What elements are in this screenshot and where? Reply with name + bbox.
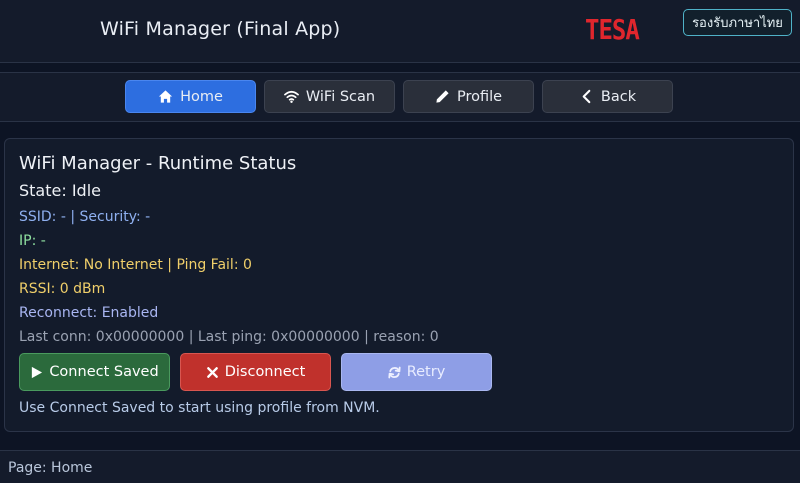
nav-bar: Home WiFi Scan Profile Back xyxy=(0,72,800,122)
retry-button[interactable]: Retry xyxy=(341,353,492,391)
connect-saved-button[interactable]: Connect Saved xyxy=(19,353,170,391)
thai-language-button[interactable]: รองรับภาษาไทย xyxy=(683,9,792,36)
refresh-icon xyxy=(388,366,401,378)
internet-status-text: Internet: No Internet | Ping Fail: 0 xyxy=(19,257,252,273)
nav-home-button[interactable]: Home xyxy=(125,80,256,113)
retry-label: Retry xyxy=(406,364,446,380)
reconnect-text: Reconnect: Enabled xyxy=(19,305,159,321)
tesa-logo: TESA xyxy=(585,13,640,47)
nav-home-label: Home xyxy=(180,88,223,105)
close-icon xyxy=(206,366,218,378)
disconnect-button[interactable]: Disconnect xyxy=(180,353,331,391)
chevron-left-icon xyxy=(582,89,591,104)
nav-profile-label: Profile xyxy=(456,88,503,105)
app-header: WiFi Manager (Final App) TESA รองรับภาษา… xyxy=(0,0,800,63)
nav-back-label: Back xyxy=(600,88,637,105)
last-connection-text: Last conn: 0x00000000 | Last ping: 0x000… xyxy=(19,329,439,345)
wifi-icon xyxy=(283,90,299,103)
app-title: WiFi Manager (Final App) xyxy=(100,18,341,40)
ssid-security-text: SSID: - | Security: - xyxy=(19,209,151,225)
nav-wifi-scan-button[interactable]: WiFi Scan xyxy=(264,80,395,113)
connect-saved-label: Connect Saved xyxy=(49,364,159,380)
status-footer: Page: Home xyxy=(0,450,800,483)
page-indicator: Page: Home xyxy=(8,460,93,476)
state-text: State: Idle xyxy=(19,181,101,200)
rssi-text: RSSI: 0 dBm xyxy=(19,281,106,297)
nav-profile-button[interactable]: Profile xyxy=(403,80,534,113)
ip-text: IP: - xyxy=(19,233,46,249)
nav-wifi-scan-label: WiFi Scan xyxy=(305,88,376,105)
pencil-icon xyxy=(436,90,449,103)
nav-back-button[interactable]: Back xyxy=(542,80,673,113)
play-icon xyxy=(32,366,43,378)
hint-text: Use Connect Saved to start using profile… xyxy=(19,400,380,416)
runtime-status-panel: WiFi Manager - Runtime Status State: Idl… xyxy=(4,138,794,432)
home-icon xyxy=(159,90,173,103)
disconnect-label: Disconnect xyxy=(224,364,306,380)
panel-title: WiFi Manager - Runtime Status xyxy=(19,153,297,174)
